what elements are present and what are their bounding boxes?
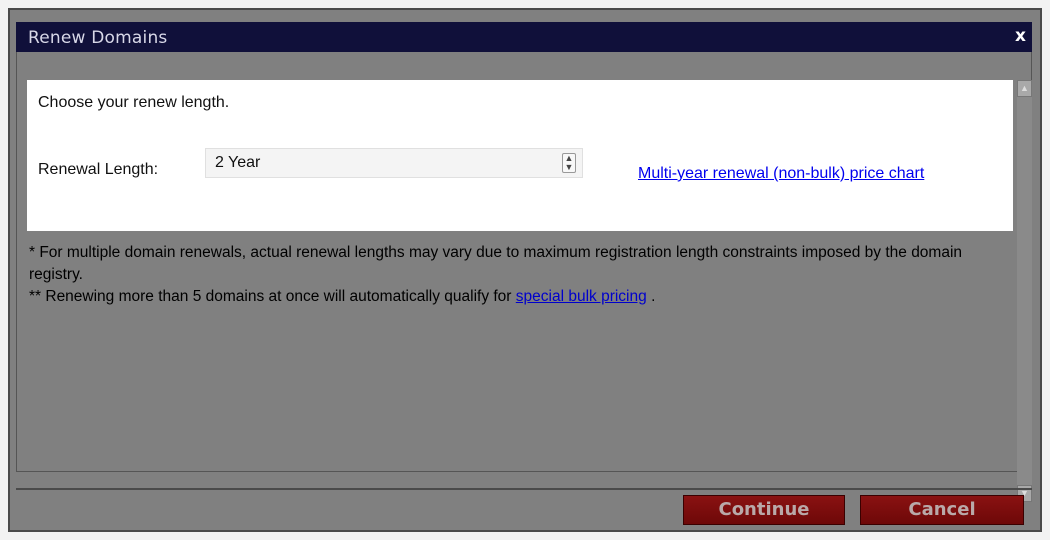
renewal-length-select[interactable]: 2 Year ▲ ▼ [205,148,583,178]
bulk-note-suffix: . [651,288,656,305]
renewal-notes: * For multiple domain renewals, actual r… [29,242,1009,308]
up-down-arrows-icon: ▲ ▼ [562,153,576,173]
vertical-scrollbar[interactable]: ▲ ▼ [1017,80,1032,502]
dialog-title: Renew Domains [28,28,168,48]
dialog-content: Choose your renew length. Renewal Length… [16,52,1032,502]
instruction-text: Choose your renew length. [38,94,230,111]
cancel-button[interactable]: Cancel [860,495,1024,525]
footer-divider [16,488,1032,490]
bulk-note-prefix: ** Renewing more than 5 domains at once … [29,288,512,305]
dialog-titlebar[interactable]: Renew Domains x [16,22,1032,52]
multi-domain-note: * For multiple domain renewals, actual r… [29,244,963,283]
scroll-up-arrow-icon[interactable]: ▲ [1017,80,1032,97]
bulk-pricing-note: ** Renewing more than 5 domains at once … [29,286,1009,308]
bulk-pricing-link[interactable]: special bulk pricing [516,288,647,305]
renew-options-panel: Choose your renew length. Renewal Length… [27,80,1013,231]
continue-button[interactable]: Continue [683,495,845,525]
renewal-length-value: 2 Year [215,154,261,171]
close-icon[interactable]: x [1015,26,1026,46]
